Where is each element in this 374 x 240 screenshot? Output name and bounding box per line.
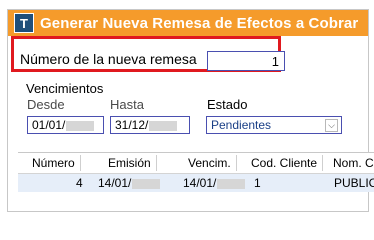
redacted-year [132, 178, 161, 189]
cell-vencim: 14/01/ [183, 176, 246, 190]
desde-label: Desde [27, 97, 65, 112]
col-header-nom-cliente[interactable]: Nom. Cli [333, 156, 374, 170]
cell-numero: 4 [76, 176, 83, 190]
col-header-vencim[interactable]: Vencim. [188, 155, 237, 171]
numero-remesa-input[interactable]: 1 [207, 51, 285, 71]
app-icon: T [14, 13, 34, 33]
cell-nom-cliente: PUBLICO [334, 176, 374, 190]
title-bar: T Generar Nueva Remesa de Efectos a Cobr… [8, 10, 368, 36]
hasta-date-field[interactable]: 31/12/ [110, 116, 190, 134]
redacted-year [217, 178, 246, 189]
numero-remesa-label: Número de la nueva remesa [20, 51, 197, 67]
table-header: Número Emisión Vencim. Cod. Cliente Nom.… [18, 153, 374, 174]
col-header-cod-cliente[interactable]: Cod. Cliente [251, 155, 324, 171]
estado-select[interactable]: Pendientes ⌵ [206, 116, 342, 134]
chevron-down-icon[interactable]: ⌵ [325, 119, 338, 132]
redacted-year [149, 120, 178, 131]
table-row[interactable]: 4 14/01/ 14/01/ 1 PUBLICO [18, 174, 374, 192]
col-header-numero[interactable]: Número [32, 155, 81, 171]
col-header-emision[interactable]: Emisión [108, 155, 157, 171]
hasta-label: Hasta [110, 97, 144, 112]
efectos-table: Número Emisión Vencim. Cod. Cliente Nom.… [18, 152, 374, 201]
redacted-year [66, 120, 95, 131]
window-title: Generar Nueva Remesa de Efectos a Cobrar [40, 14, 359, 32]
desde-date-field[interactable]: 01/01/ [27, 116, 104, 134]
estado-label: Estado [207, 97, 248, 112]
vencimientos-label: Vencimientos [26, 81, 104, 96]
cell-emision: 14/01/ [98, 176, 161, 190]
cell-cod-cliente: 1 [254, 176, 261, 190]
